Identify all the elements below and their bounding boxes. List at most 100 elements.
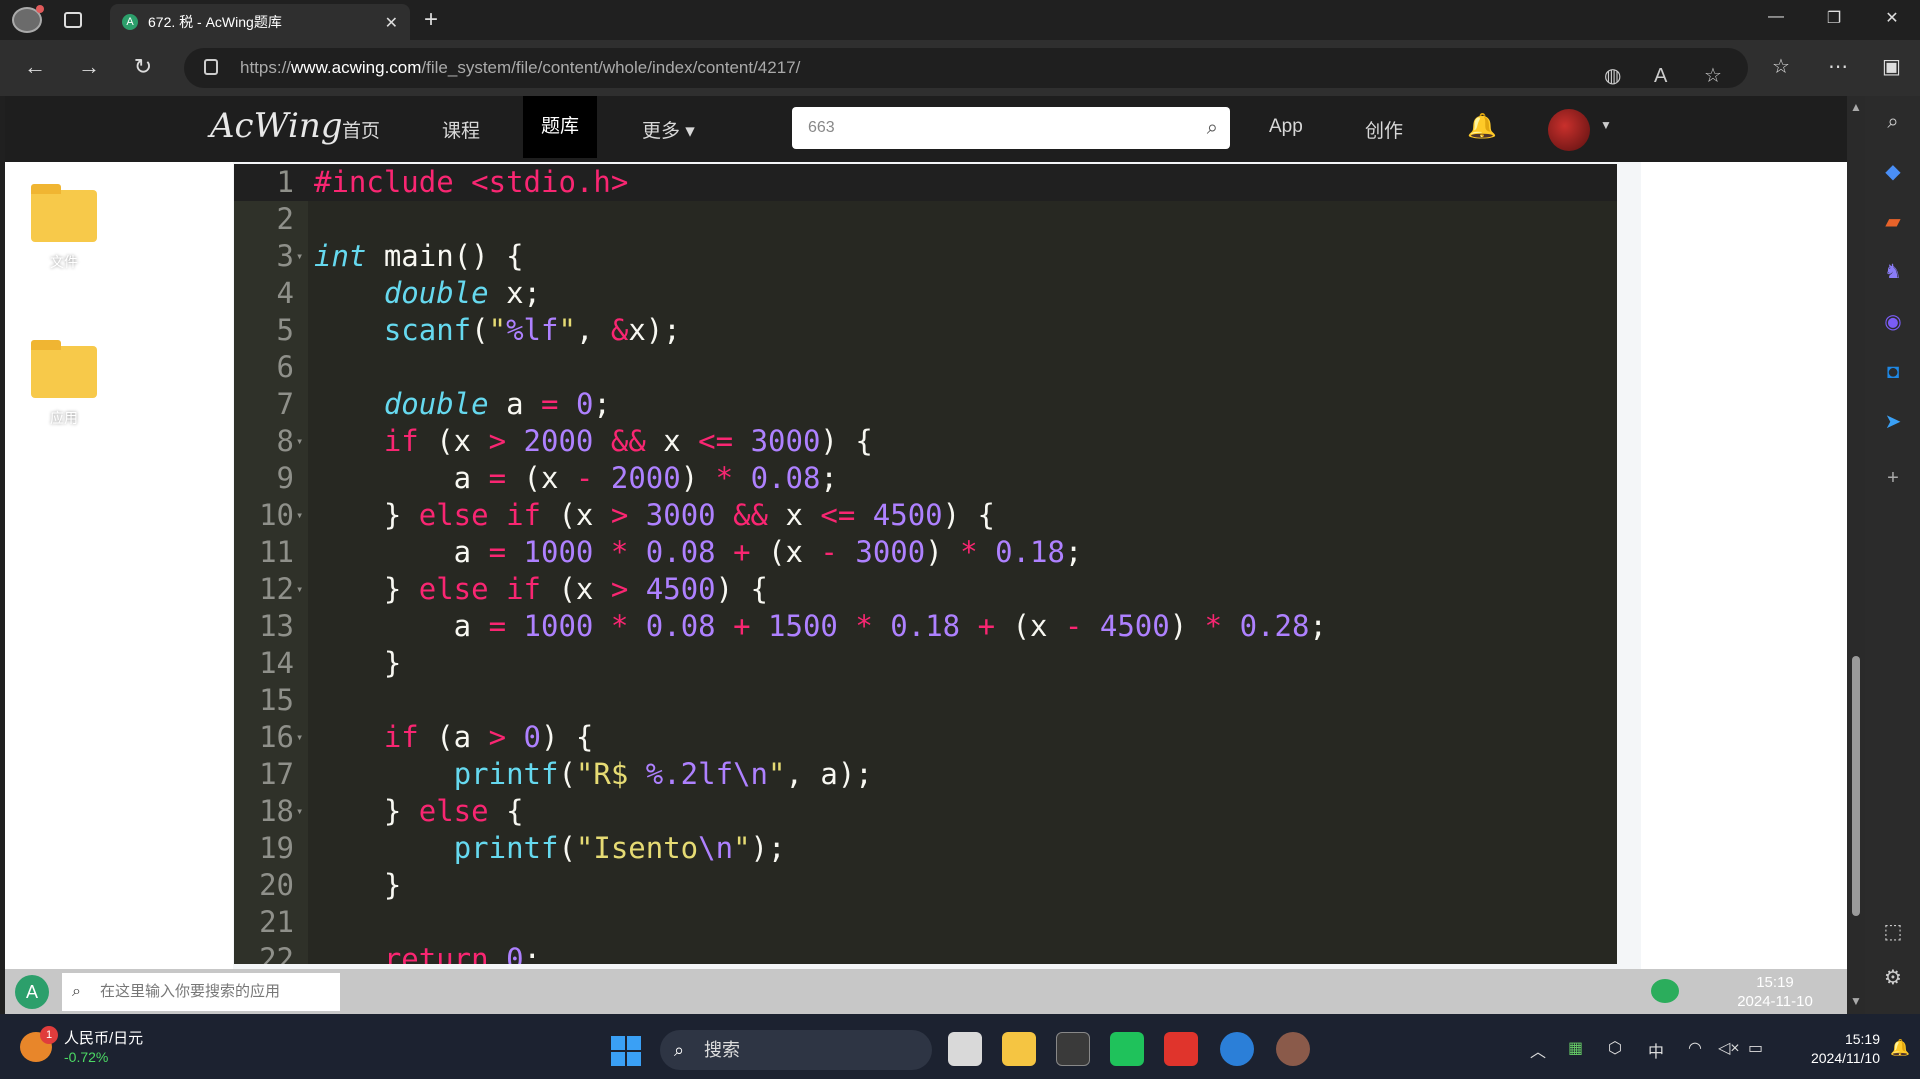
code-line[interactable]: 20 } bbox=[234, 867, 1617, 904]
screenshot-icon[interactable]: ⬚ bbox=[1881, 920, 1905, 944]
user-app-icon[interactable] bbox=[1276, 1032, 1310, 1066]
back-icon[interactable]: ← bbox=[20, 54, 50, 80]
code-line[interactable]: 6 bbox=[234, 349, 1617, 386]
code-line[interactable]: 10 ▾ } else if (x > 3000 && x <= 4500) { bbox=[234, 497, 1617, 534]
volume-muted-icon[interactable]: ◁× bbox=[1718, 1038, 1740, 1058]
finance-widget[interactable]: 1 人民币/日元 -0.72% bbox=[20, 1026, 143, 1066]
code-line[interactable]: 12 ▾ } else if (x > 4500) { bbox=[234, 571, 1617, 608]
wechat-icon[interactable] bbox=[1651, 979, 1679, 1003]
profile-avatar-icon[interactable] bbox=[12, 5, 44, 33]
nav-more[interactable]: 更多 ▾ bbox=[642, 116, 695, 143]
favorite-star-icon[interactable]: ☆ bbox=[1704, 56, 1722, 96]
minimize-icon[interactable]: — bbox=[1756, 8, 1796, 26]
desktop-folder-apps[interactable]: 应用 bbox=[31, 340, 97, 428]
code-editor[interactable]: 1 #include <stdio.h> 2 3 ▾ int main() {4 doub… bbox=[234, 164, 1617, 964]
send-icon[interactable]: ➤ bbox=[1881, 410, 1905, 434]
shopping-tag-icon[interactable]: ◆ bbox=[1881, 160, 1905, 184]
scroll-up-icon[interactable]: ▲ bbox=[1850, 100, 1862, 114]
ime-indicator[interactable]: 中 bbox=[1648, 1038, 1664, 1062]
code-line[interactable]: 4 double x; bbox=[234, 275, 1617, 312]
fold-toggle-icon[interactable]: ▾ bbox=[296, 238, 303, 275]
code-line[interactable]: 19 printf("Isento\n"); bbox=[234, 830, 1617, 867]
forward-icon[interactable]: → bbox=[74, 54, 104, 80]
scrollbar-thumb[interactable] bbox=[1852, 656, 1860, 916]
address-bar[interactable]: https://www.acwing.com/file_system/file/… bbox=[184, 48, 1748, 88]
task-view-icon[interactable] bbox=[948, 1032, 982, 1066]
code-line[interactable]: 21 bbox=[234, 904, 1617, 941]
toolbox-icon[interactable]: ▰ bbox=[1881, 210, 1905, 234]
code-line[interactable]: 18 ▾ } else { bbox=[234, 793, 1617, 830]
windows-start-icon[interactable] bbox=[611, 1036, 641, 1066]
user-avatar[interactable] bbox=[1548, 109, 1590, 151]
code-line[interactable]: 9 a = (x - 2000) * 0.08; bbox=[234, 460, 1617, 497]
unity-tray-icon[interactable]: ⬡ bbox=[1608, 1038, 1622, 1058]
app-launcher-icon[interactable]: A bbox=[15, 975, 49, 1009]
taskbar-search-label: 搜索 bbox=[704, 1040, 740, 1060]
wps-icon[interactable] bbox=[1164, 1032, 1198, 1066]
sidebar-toggle-icon[interactable]: ▣ bbox=[1882, 54, 1901, 79]
unity-icon[interactable] bbox=[1056, 1032, 1090, 1066]
code-line[interactable]: 13 a = 1000 * 0.08 + 1500 * 0.18 + (x - … bbox=[234, 608, 1617, 645]
code-line[interactable]: 2 bbox=[234, 201, 1617, 238]
wifi-icon[interactable]: ◠ bbox=[1688, 1038, 1702, 1058]
app-search-placeholder: 在这里输入你要搜索的应用 bbox=[100, 983, 281, 1000]
desktop-folder-files[interactable]: 文件 bbox=[31, 184, 97, 272]
chevron-up-icon[interactable]: ︿ bbox=[1530, 1038, 1546, 1062]
chevron-down-icon[interactable]: ▼ bbox=[1600, 118, 1612, 132]
refresh-icon[interactable]: ↻ bbox=[128, 54, 158, 80]
code-line[interactable]: 14 } bbox=[234, 645, 1617, 682]
read-aloud-icon[interactable]: A bbox=[1654, 56, 1667, 96]
favorites-icon[interactable]: ☆ bbox=[1772, 54, 1790, 79]
nav-create[interactable]: 创作 bbox=[1365, 116, 1403, 143]
restore-icon[interactable]: ❐ bbox=[1814, 8, 1854, 28]
file-explorer-icon[interactable] bbox=[1002, 1032, 1036, 1066]
wechat-app-icon[interactable] bbox=[1110, 1032, 1144, 1066]
app-available-icon[interactable]: ◍ bbox=[1604, 56, 1621, 96]
notification-bell-icon[interactable]: 🔔 bbox=[1467, 112, 1497, 141]
os-clock[interactable]: 15:19 2024/11/10 bbox=[1778, 1030, 1880, 1068]
code-line[interactable]: 5 scanf("%lf", &x); bbox=[234, 312, 1617, 349]
code-line[interactable]: 17 printf("R$ %.2lf\n", a); bbox=[234, 756, 1617, 793]
more-options-icon[interactable]: ⋯ bbox=[1828, 54, 1848, 79]
fold-toggle-icon[interactable]: ▾ bbox=[296, 423, 303, 460]
fold-toggle-icon[interactable]: ▾ bbox=[296, 793, 303, 830]
copilot-icon[interactable]: ◉ bbox=[1881, 310, 1905, 334]
notification-bell-icon[interactable]: 🔔 bbox=[1890, 1038, 1910, 1058]
gear-icon[interactable]: ⚙ bbox=[1881, 966, 1905, 990]
games-icon[interactable]: ♞ bbox=[1881, 260, 1905, 284]
fold-toggle-icon[interactable]: ▾ bbox=[296, 571, 303, 608]
new-tab-icon[interactable]: + bbox=[424, 6, 438, 34]
add-icon[interactable]: + bbox=[1881, 466, 1905, 490]
code-line[interactable]: 8 ▾ if (x > 2000 && x <= 3000) { bbox=[234, 423, 1617, 460]
tab-actions-icon[interactable] bbox=[64, 12, 82, 28]
code-line[interactable]: 7 double a = 0; bbox=[234, 386, 1617, 423]
nav-app[interactable]: App bbox=[1269, 116, 1303, 138]
fold-toggle-icon[interactable]: ▾ bbox=[296, 497, 303, 534]
nav-courses[interactable]: 课程 bbox=[442, 116, 480, 143]
window-close-icon[interactable]: ✕ bbox=[1872, 8, 1912, 28]
nav-problems[interactable]: 题库 bbox=[523, 96, 598, 158]
search-icon[interactable]: ⌕ bbox=[1881, 110, 1905, 134]
acwing-logo[interactable]: AcWing bbox=[210, 106, 342, 146]
taskbar-search[interactable]: ⌕ 搜索 bbox=[660, 1030, 932, 1070]
code-line[interactable]: 3 ▾ int main() { bbox=[234, 238, 1617, 275]
fold-toggle-icon[interactable]: ▾ bbox=[296, 719, 303, 756]
tray-app-icon[interactable]: ▦ bbox=[1568, 1038, 1583, 1058]
scroll-down-icon[interactable]: ▼ bbox=[1850, 994, 1862, 1008]
app-search-input[interactable]: ⌕ 在这里输入你要搜索的应用 bbox=[62, 973, 340, 1011]
browser-tab-active[interactable]: A 672. 税 - AcWing题库 ✕ bbox=[110, 4, 410, 40]
code-line[interactable]: 16 ▾ if (a > 0) { bbox=[234, 719, 1617, 756]
outlook-icon[interactable]: ◘ bbox=[1881, 360, 1905, 384]
search-icon[interactable]: ⌕ bbox=[1207, 107, 1218, 149]
lock-icon[interactable] bbox=[204, 59, 218, 75]
code-line[interactable]: 22 return 0; bbox=[234, 941, 1617, 964]
code-line[interactable]: 11 a = 1000 * 0.08 + (x - 3000) * 0.18; bbox=[234, 534, 1617, 571]
code-line[interactable]: 15 bbox=[234, 682, 1617, 719]
nav-home[interactable]: 首页 bbox=[342, 116, 380, 143]
battery-icon[interactable]: ▭ bbox=[1748, 1038, 1763, 1058]
page-scrollbar[interactable]: ▲ ▼ bbox=[1847, 96, 1865, 1014]
code-line[interactable]: 1 #include <stdio.h> bbox=[234, 164, 1617, 201]
tab-close-icon[interactable]: ✕ bbox=[385, 13, 398, 33]
site-search-input[interactable]: 663 ⌕ bbox=[792, 107, 1230, 149]
edge-icon[interactable] bbox=[1220, 1032, 1254, 1066]
